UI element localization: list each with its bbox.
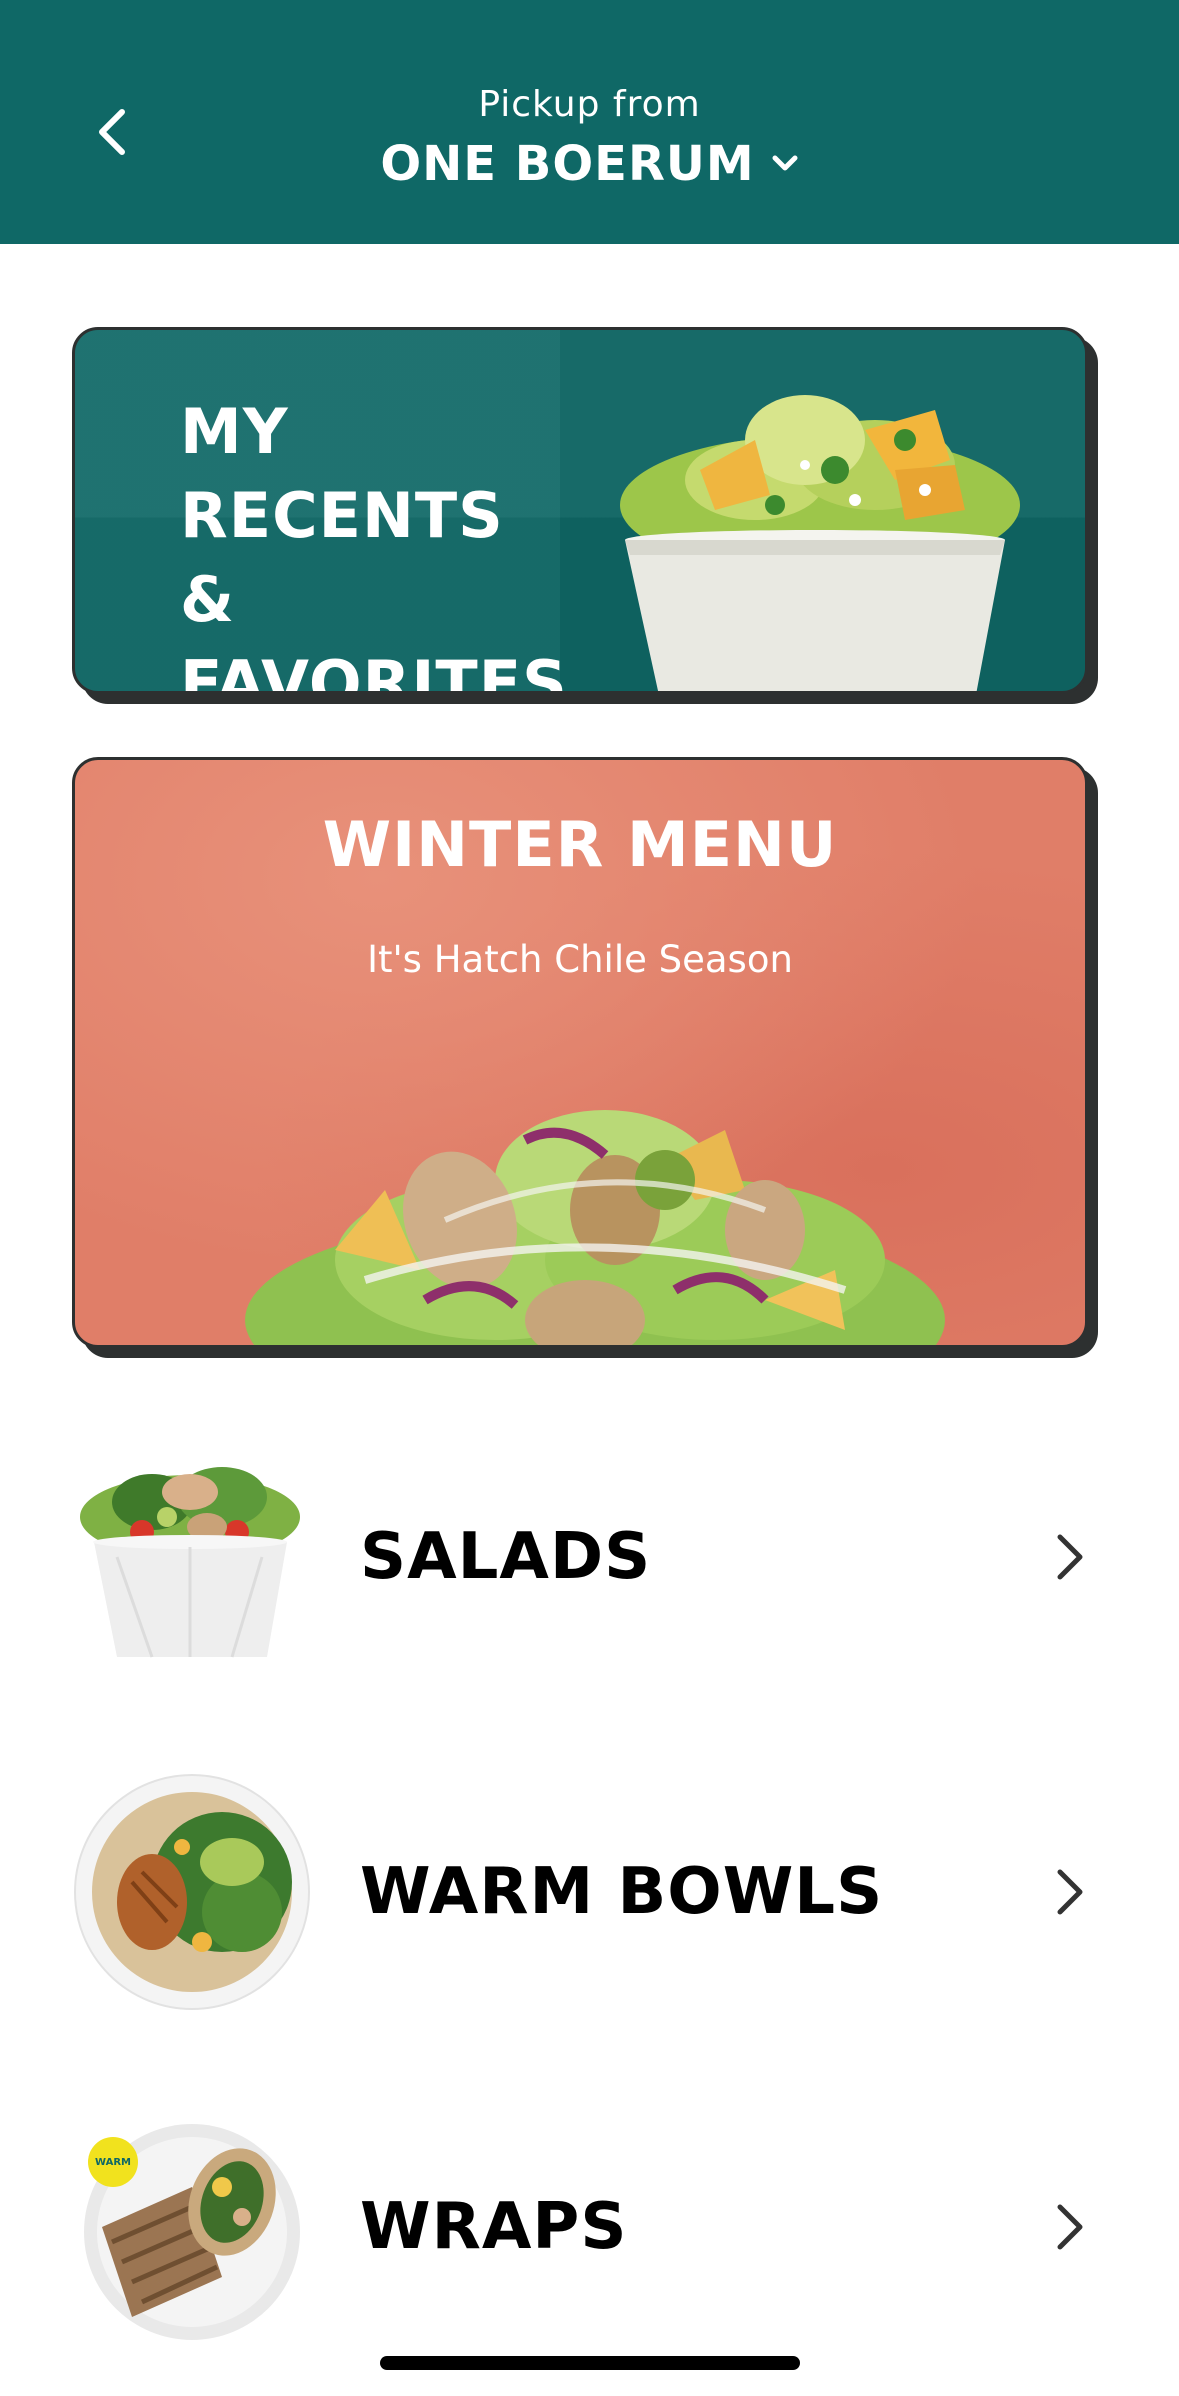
salad-bowl-thumbnail bbox=[80, 1467, 300, 1658]
chevron-right-icon bbox=[1057, 1534, 1083, 1580]
menu-item-label: SALADS bbox=[360, 1520, 652, 1594]
pickup-label: Pickup from bbox=[478, 84, 701, 125]
winter-menu-title: WINTER MENU bbox=[322, 808, 838, 881]
chevron-right-icon bbox=[1057, 1869, 1083, 1915]
home-indicator bbox=[380, 2356, 800, 2370]
menu-item-wraps[interactable]: WARM WRAPS bbox=[0, 2087, 1179, 2367]
warm-badge-label: WARM bbox=[95, 2156, 131, 2168]
recents-title: MY RECENTS & FAVORITES bbox=[180, 395, 568, 694]
winter-menu-card[interactable]: WINTER MENU It's Hatch Chile Season bbox=[72, 757, 1088, 1348]
top-bar: Pickup from ONE BOERUM bbox=[0, 0, 1179, 244]
menu-item-warm-bowls[interactable]: WARM BOWLS bbox=[0, 1752, 1179, 2032]
salad-bowl-image bbox=[620, 395, 1020, 691]
menu-item-salads[interactable]: SALADS bbox=[0, 1417, 1179, 1697]
menu-item-label: WARM BOWLS bbox=[360, 1855, 884, 1929]
store-selector[interactable]: ONE BOERUM bbox=[0, 136, 1179, 192]
chevron-down-icon bbox=[772, 155, 798, 171]
warm-bowl-thumbnail bbox=[74, 1774, 310, 2010]
recents-favorites-card[interactable]: MY RECENTS & FAVORITES bbox=[72, 327, 1088, 694]
store-name: ONE BOERUM bbox=[380, 136, 755, 192]
menu-item-label: WRAPS bbox=[360, 2190, 628, 2264]
chevron-right-icon bbox=[1057, 2204, 1083, 2250]
winter-menu-subtitle: It's Hatch Chile Season bbox=[367, 938, 793, 981]
warm-badge: WARM bbox=[88, 2137, 138, 2187]
salad-image bbox=[245, 1110, 945, 1345]
